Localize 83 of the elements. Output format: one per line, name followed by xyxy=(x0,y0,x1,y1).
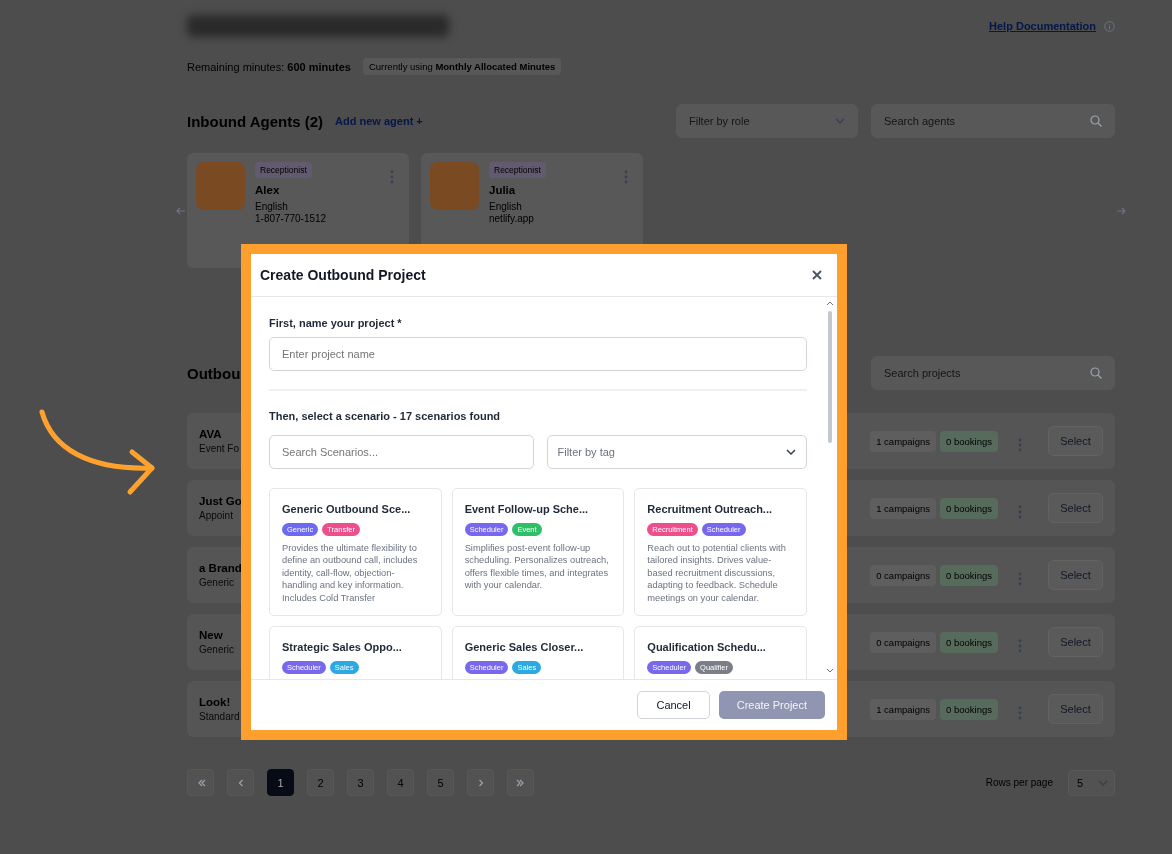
project-type: Standard xyxy=(199,711,240,722)
project-name: Just Go xyxy=(199,495,242,507)
chevron-down-icon xyxy=(835,118,845,124)
modal-title: Create Outbound Project xyxy=(260,267,426,283)
scenario-title: Generic Sales Closer... xyxy=(464,641,585,653)
scenario-title: Qualification Schedu... xyxy=(647,641,767,653)
bookings-badge: 0 bookings xyxy=(940,430,998,452)
scenario-description: Provides the ultimate flexibility to define an outbound call, includes identity, call-flow, objection-handling and key information. Includes Cold Transfer xyxy=(282,542,419,605)
bookings-badge: 0 bookings xyxy=(940,698,998,720)
section-title: Outbou xyxy=(187,364,241,382)
project-type: Appoint xyxy=(199,510,233,521)
page-button[interactable]: 1 xyxy=(267,769,294,796)
page-button[interactable]: 2 xyxy=(307,769,334,796)
last-page-button[interactable] xyxy=(507,769,534,796)
bookings-badge: 0 bookings xyxy=(940,631,998,653)
scenario-description: Simplifies post-event follow-up scheduling. Personalizes outreach, offers flexible times, and integrates with your calendar. xyxy=(464,542,610,592)
project-search-field[interactable]: Search projects xyxy=(871,356,1115,390)
field-label: First, name your project * xyxy=(269,317,403,329)
agent-name: Julia xyxy=(489,184,517,196)
photo-placeholder xyxy=(196,162,245,210)
project-name: Look! xyxy=(199,696,231,708)
campaigns-badge: 0 campaigns xyxy=(870,631,937,653)
campaigns-badge: 1 campaigns xyxy=(870,497,937,519)
double-chevron-right-icon xyxy=(515,777,526,788)
select-button[interactable]: Select xyxy=(1048,493,1103,523)
project-type: Generic xyxy=(199,577,234,588)
campaigns-badge: 1 campaigns xyxy=(870,430,937,452)
first-page-button[interactable] xyxy=(187,769,214,796)
chevron-down-icon xyxy=(1098,779,1108,786)
prev-page-button[interactable] xyxy=(227,769,254,796)
scenario-title: Recruitment Outreach... xyxy=(647,503,774,515)
agent-contact: 1-807-770-1512 xyxy=(255,213,328,224)
rows-per-page-label: Rows per page xyxy=(985,777,1053,788)
select-button[interactable]: Select xyxy=(1048,694,1103,724)
project-type: Generic xyxy=(199,644,234,655)
bookings-badge: 0 bookings xyxy=(940,497,998,519)
page-button[interactable]: 3 xyxy=(347,769,374,796)
page-button[interactable]: 5 xyxy=(427,769,454,796)
select-button[interactable]: Select xyxy=(1048,627,1103,657)
photo-placeholder xyxy=(430,162,479,210)
more-icon[interactable] xyxy=(390,170,394,184)
page-button[interactable]: 4 xyxy=(387,769,414,796)
role-badge: Receptionist xyxy=(489,162,546,178)
scenario-title: Strategic Sales Oppo... xyxy=(282,641,403,653)
bookings-badge: 0 bookings xyxy=(940,564,998,586)
scenario-card[interactable] xyxy=(634,488,807,616)
agent-language: English xyxy=(489,201,523,212)
usage-badge: Currently using Monthly Allocated Minutes xyxy=(362,58,562,75)
next-page-button[interactable] xyxy=(467,769,494,796)
add-agent-link[interactable]: Add new agent + xyxy=(335,115,423,127)
agent-language: English xyxy=(255,201,289,212)
project-name: AVA xyxy=(199,428,222,440)
help-link[interactable]: Help Documentation xyxy=(989,20,1096,32)
campaigns-badge: 0 campaigns xyxy=(870,564,937,586)
campaigns-badge: 1 campaigns xyxy=(870,698,937,720)
cancel-button[interactable]: Cancel xyxy=(637,691,710,719)
chevron-down-icon xyxy=(786,449,796,455)
info-icon xyxy=(1104,20,1115,32)
select-button[interactable]: Select xyxy=(1048,426,1103,456)
select-button[interactable]: Select xyxy=(1048,560,1103,590)
remaining-minutes: Remaining minutes: 600 minutes xyxy=(187,60,351,73)
scenario-title: Generic Outbound Sce... xyxy=(282,503,412,515)
scrollbar[interactable] xyxy=(826,299,834,675)
role-filter[interactable]: Filter by role xyxy=(676,104,858,138)
search-icon xyxy=(1090,367,1102,379)
more-icon[interactable] xyxy=(624,170,628,184)
scenario-label: Then, select a scenario - 17 scenarios found xyxy=(269,410,502,422)
tag-filter[interactable]: Filter by tag xyxy=(546,435,807,469)
search-icon xyxy=(1090,115,1102,127)
project-type: Event Fo xyxy=(199,443,240,454)
scenario-description: Reach out to potential clients with tailored insights. Drives value-based recruitment discussions, adapting to feedback. Schedule meetings on your calendar. xyxy=(647,542,787,605)
project-name: New xyxy=(199,629,223,641)
agent-name: Alex xyxy=(255,184,281,196)
section-title: Inbound Agents (2) xyxy=(187,112,324,130)
rows-per-page-select[interactable]: 5 xyxy=(1068,769,1115,796)
project-name: a Brand xyxy=(199,562,242,574)
scenario-title: Event Follow-up Sche... xyxy=(464,503,590,515)
agent-contact: netlify.app xyxy=(489,213,535,224)
agent-search-field[interactable]: Search agents xyxy=(871,104,1115,138)
scenario-search-field[interactable]: Search Scenarios... xyxy=(269,435,534,469)
project-name-field[interactable]: Enter project name xyxy=(269,337,807,371)
role-badge: Receptionist xyxy=(255,162,312,178)
close-icon[interactable] xyxy=(812,270,822,280)
